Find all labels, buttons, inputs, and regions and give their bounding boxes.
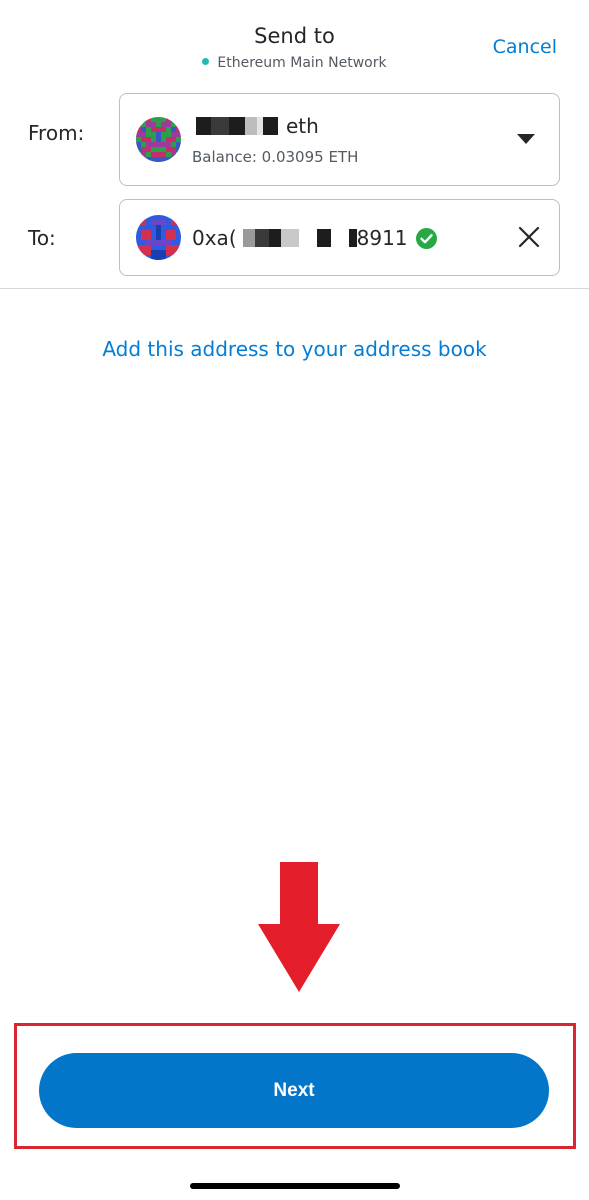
check-circle-icon (415, 227, 437, 249)
cancel-button[interactable]: Cancel (493, 36, 557, 58)
account-name-suffix: eth (286, 114, 319, 138)
address-suffix: 8911 (356, 226, 408, 250)
caret-down-icon[interactable] (517, 134, 535, 144)
account-balance: Balance: 0.03095 ETH (192, 148, 359, 166)
account-name: eth (196, 114, 319, 138)
redacted-text (242, 229, 255, 247)
home-indicator (190, 1183, 400, 1189)
address-prefix: 0xa( (192, 226, 237, 250)
close-icon[interactable] (517, 225, 541, 249)
redacted-text (211, 117, 229, 135)
identicon-icon (136, 215, 181, 260)
next-button[interactable]: Next (39, 1053, 549, 1128)
redacted-text (245, 117, 257, 135)
identicon-icon (136, 117, 181, 162)
redacted-text (280, 229, 299, 247)
to-label: To: (28, 226, 56, 250)
redacted-text (298, 229, 317, 247)
redacted-text (348, 229, 357, 247)
divider (0, 288, 589, 289)
redacted-text (330, 229, 349, 247)
redacted-text (263, 117, 278, 135)
from-account-selector[interactable]: eth Balance: 0.03095 ETH (119, 93, 560, 186)
from-label: From: (28, 121, 85, 145)
redacted-text (196, 117, 211, 135)
recipient-address: 0xa( 8911 (192, 225, 437, 251)
redacted-text (254, 229, 269, 247)
header: Send to Ethereum Main Network Cancel (0, 0, 589, 80)
redacted-text (268, 229, 281, 247)
network-status-dot (202, 57, 210, 65)
redacted-text (316, 229, 331, 247)
network-name: Ethereum Main Network (217, 55, 387, 71)
add-to-address-book-link[interactable]: Add this address to your address book (0, 337, 589, 361)
redacted-text (229, 117, 245, 135)
to-address-field[interactable]: 0xa( 8911 (119, 199, 560, 276)
annotation-arrow-icon (258, 862, 340, 992)
